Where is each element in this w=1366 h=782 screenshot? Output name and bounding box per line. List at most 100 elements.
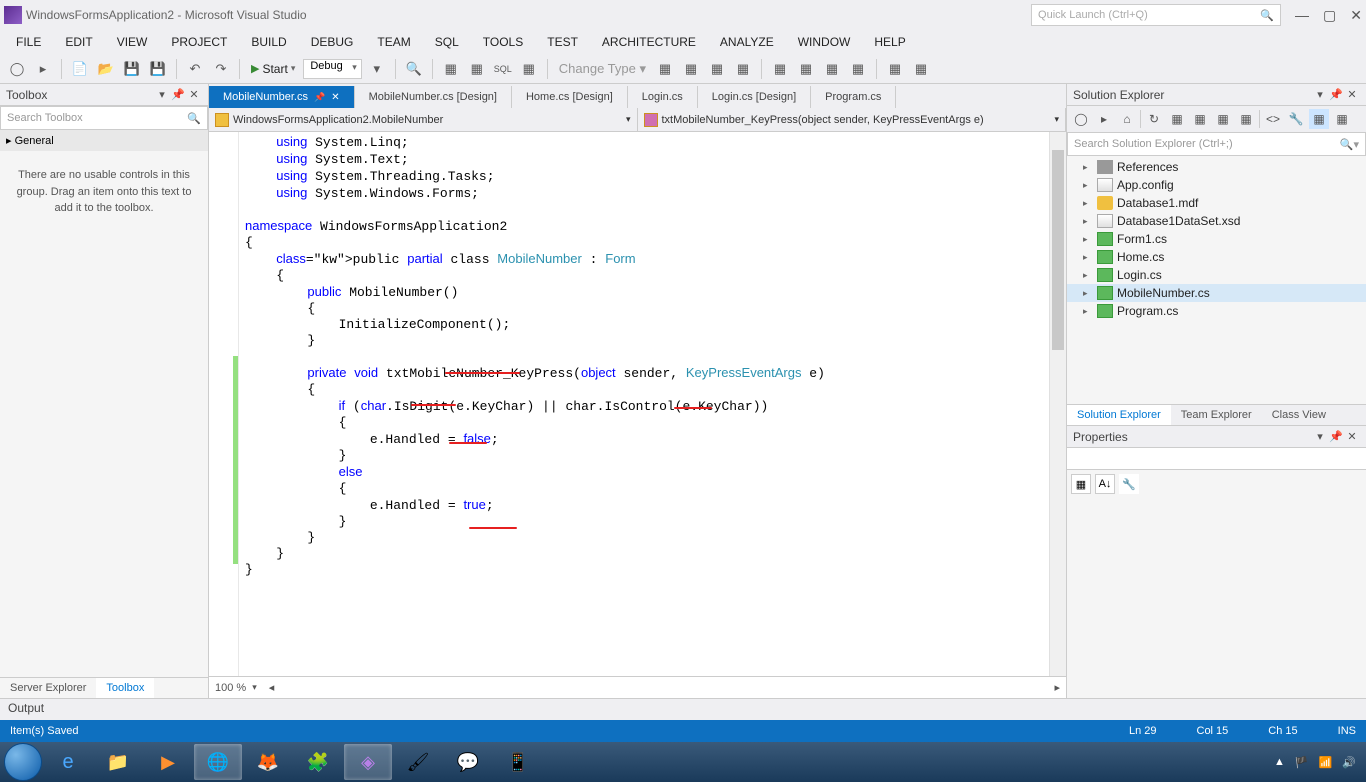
- db-button[interactable]: ▦: [440, 58, 462, 80]
- nav-member-combo[interactable]: txtMobileNumber_KeyPress(object sender, …: [638, 108, 1067, 131]
- tree-item[interactable]: ▸Program.cs: [1067, 302, 1366, 320]
- tab-class-view[interactable]: Class View: [1262, 405, 1336, 425]
- menu-tools[interactable]: TOOLS: [473, 32, 533, 52]
- menu-file[interactable]: FILE: [6, 32, 51, 52]
- save-button[interactable]: 💾: [121, 58, 143, 80]
- doc-tab[interactable]: MobileNumber.cs📌✕: [209, 86, 355, 108]
- tray-network-icon[interactable]: 🏴: [1295, 756, 1309, 769]
- new-project-button[interactable]: 📄: [69, 58, 91, 80]
- toolbox-search-input[interactable]: Search Toolbox 🔍: [0, 106, 208, 130]
- tree-item[interactable]: ▸Form1.cs: [1067, 230, 1366, 248]
- platform-combo[interactable]: ▾: [366, 58, 388, 80]
- doc-tab[interactable]: Program.cs: [811, 86, 896, 108]
- task-visual-studio[interactable]: ◈: [344, 744, 392, 780]
- expand-icon[interactable]: ▸: [1083, 288, 1093, 299]
- sql-button[interactable]: SQL: [492, 58, 514, 80]
- tree-item[interactable]: ▸MobileNumber.cs: [1067, 284, 1366, 302]
- task-app3[interactable]: 💬: [444, 744, 492, 780]
- tree-item[interactable]: ▸Database1.mdf: [1067, 194, 1366, 212]
- menu-analyze[interactable]: ANALYZE: [710, 32, 784, 52]
- sol-refresh-button[interactable]: ↻: [1144, 109, 1164, 129]
- db3-button[interactable]: ▦: [518, 58, 540, 80]
- task-app2[interactable]: 🖌: [394, 744, 442, 780]
- tb-d[interactable]: ▦: [732, 58, 754, 80]
- editor-scrollbar[interactable]: [1049, 132, 1066, 676]
- menu-build[interactable]: BUILD: [241, 32, 296, 52]
- code-content[interactable]: using System.Linq; using System.Text; us…: [239, 132, 1049, 676]
- open-file-button[interactable]: 📂: [95, 58, 117, 80]
- zoom-level[interactable]: 100 %: [215, 682, 246, 694]
- change-type-combo[interactable]: Change Type ▾: [555, 58, 650, 80]
- task-phone[interactable]: 📱: [494, 744, 542, 780]
- output-panel-header[interactable]: Output: [0, 698, 1366, 720]
- expand-icon[interactable]: ▸: [1083, 216, 1093, 227]
- properties-object-combo[interactable]: [1067, 448, 1366, 470]
- expand-icon[interactable]: ▸: [1083, 180, 1093, 191]
- sol-prev-button[interactable]: ▦: [1236, 109, 1256, 129]
- task-app1[interactable]: 🧩: [294, 744, 342, 780]
- expand-icon[interactable]: ▸: [1083, 252, 1093, 263]
- sol-props-button[interactable]: ▦: [1213, 109, 1233, 129]
- tab-team-explorer[interactable]: Team Explorer: [1171, 405, 1262, 425]
- tb-j[interactable]: ▦: [910, 58, 932, 80]
- tray-flag-icon[interactable]: ▲: [1274, 756, 1285, 768]
- menu-sql[interactable]: SQL: [425, 32, 469, 52]
- toolbox-dropdown-icon[interactable]: ▾: [154, 88, 170, 101]
- tb-g[interactable]: ▦: [821, 58, 843, 80]
- tb-c[interactable]: ▦: [706, 58, 728, 80]
- tb-f[interactable]: ▦: [795, 58, 817, 80]
- code-editor[interactable]: using System.Linq; using System.Text; us…: [209, 132, 1066, 676]
- db2-button[interactable]: ▦: [466, 58, 488, 80]
- menu-help[interactable]: HELP: [864, 32, 915, 52]
- doc-tab[interactable]: Home.cs [Design]: [512, 86, 628, 108]
- tab-server-explorer[interactable]: Server Explorer: [0, 678, 96, 698]
- prop-dropdown-icon[interactable]: ▾: [1312, 430, 1328, 443]
- start-debug-button[interactable]: ▶ Start ▾: [247, 62, 299, 76]
- expand-icon[interactable]: ▸: [1083, 234, 1093, 245]
- tab-toolbox[interactable]: Toolbox: [96, 678, 154, 698]
- expand-icon[interactable]: ▸: [1083, 270, 1093, 281]
- task-media[interactable]: ▶: [144, 744, 192, 780]
- tray-wifi-icon[interactable]: 📶: [1319, 756, 1333, 769]
- sol-fwd-button[interactable]: ▸: [1094, 109, 1114, 129]
- pin-icon[interactable]: 📌: [314, 92, 325, 103]
- sol-home-button[interactable]: ⌂: [1117, 109, 1137, 129]
- redo-button[interactable]: ↷: [210, 58, 232, 80]
- nav-class-combo[interactable]: WindowsFormsApplication2.MobileNumber ▾: [209, 108, 638, 131]
- maximize-button[interactable]: ▢: [1323, 7, 1336, 24]
- tree-item[interactable]: ▸App.config: [1067, 176, 1366, 194]
- tree-item[interactable]: ▸Home.cs: [1067, 248, 1366, 266]
- doc-tab[interactable]: MobileNumber.cs [Design]: [355, 86, 512, 108]
- sol-dropdown-icon[interactable]: ▾: [1312, 88, 1328, 101]
- tab-solution-explorer[interactable]: Solution Explorer: [1067, 405, 1171, 425]
- menu-debug[interactable]: DEBUG: [301, 32, 364, 52]
- tree-item[interactable]: ▸Database1DataSet.xsd: [1067, 212, 1366, 230]
- prop-categorized-button[interactable]: ▦: [1071, 474, 1091, 494]
- quick-launch-input[interactable]: Quick Launch (Ctrl+Q) 🔍: [1031, 4, 1281, 26]
- tb-e[interactable]: ▦: [769, 58, 791, 80]
- tree-item[interactable]: ▸References: [1067, 158, 1366, 176]
- task-explorer[interactable]: 📁: [94, 744, 142, 780]
- solution-tree[interactable]: ▸References▸App.config▸Database1.mdf▸Dat…: [1067, 156, 1366, 404]
- menu-window[interactable]: WINDOW: [788, 32, 861, 52]
- expand-icon[interactable]: ▸: [1083, 306, 1093, 317]
- sol-pin-icon[interactable]: 📌: [1328, 88, 1344, 101]
- expand-icon[interactable]: ▸: [1083, 162, 1093, 173]
- task-firefox[interactable]: 🦊: [244, 744, 292, 780]
- minimize-button[interactable]: —: [1295, 7, 1309, 24]
- toolbox-general-group[interactable]: ▸ General: [0, 130, 208, 151]
- menu-view[interactable]: VIEW: [107, 32, 158, 52]
- doc-tab[interactable]: Login.cs: [628, 86, 698, 108]
- sol-b-button[interactable]: ▦: [1332, 109, 1352, 129]
- sol-close-icon[interactable]: ✕: [1344, 88, 1360, 101]
- expand-icon[interactable]: ▸: [1083, 198, 1093, 209]
- tb-b[interactable]: ▦: [680, 58, 702, 80]
- navigate-fwd-button[interactable]: ▸: [32, 58, 54, 80]
- tree-item[interactable]: ▸Login.cs: [1067, 266, 1366, 284]
- menu-team[interactable]: TEAM: [367, 32, 420, 52]
- sol-showall-button[interactable]: ▦: [1190, 109, 1210, 129]
- menu-project[interactable]: PROJECT: [161, 32, 237, 52]
- toolbox-pin-icon[interactable]: 📌: [170, 88, 186, 101]
- prop-pin-icon[interactable]: 📌: [1328, 430, 1344, 443]
- toolbox-close-icon[interactable]: ✕: [186, 88, 202, 101]
